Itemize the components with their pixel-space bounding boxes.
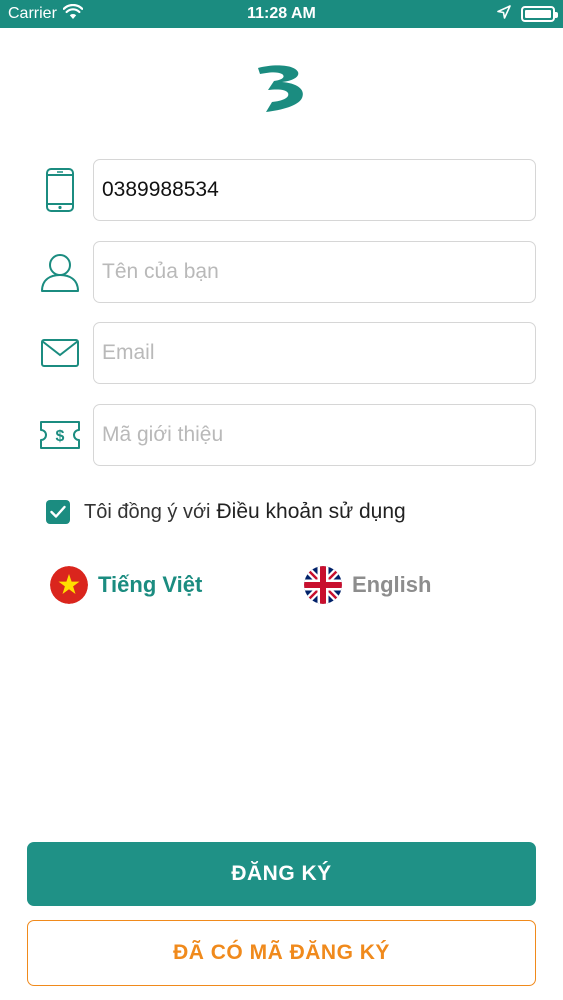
phone-input[interactable] [93,159,536,221]
referral-row: $ [36,404,536,466]
mail-icon [36,329,84,377]
language-english-label: English [352,572,432,597]
phone-row [36,159,536,221]
battery-icon [521,6,558,22]
app-logo [252,62,312,114]
status-time: 11:28 AM [247,5,316,22]
carrier-label: Carrier [8,5,57,22]
email-row [36,322,536,384]
location-arrow-icon [497,4,511,24]
name-row [36,241,536,303]
status-bar: Carrier 11:28 AM [0,0,563,28]
terms-checkbox[interactable] [46,500,70,524]
language-vietnamese-label: Tiếng Việt [98,572,203,597]
email-input[interactable] [93,322,536,384]
register-button[interactable]: ĐĂNG KÝ [27,842,536,906]
name-input[interactable] [93,241,536,303]
terms-link[interactable]: Điều khoản sử dụng [217,500,406,524]
status-left: Carrier [8,3,84,25]
have-code-button[interactable]: ĐÃ CÓ MÃ ĐĂNG KÝ [27,920,536,986]
referral-input[interactable] [93,404,536,466]
battery-level [525,10,551,18]
language-vietnamese[interactable]: Tiếng Việt [50,566,202,604]
wifi-icon [62,3,84,25]
status-right [497,4,558,24]
user-icon [36,248,84,296]
uk-flag-icon [304,566,342,604]
svg-text:$: $ [56,428,65,445]
phone-icon [36,166,84,214]
language-english[interactable]: English [304,566,431,604]
checkmark-icon [50,505,66,518]
ticket-icon: $ [36,411,84,459]
terms-row: Tôi đồng ý với Điều khoản sử dụng [46,500,406,524]
vietnam-flag-icon [50,566,88,604]
terms-prefix: Tôi đồng ý với [84,500,211,523]
